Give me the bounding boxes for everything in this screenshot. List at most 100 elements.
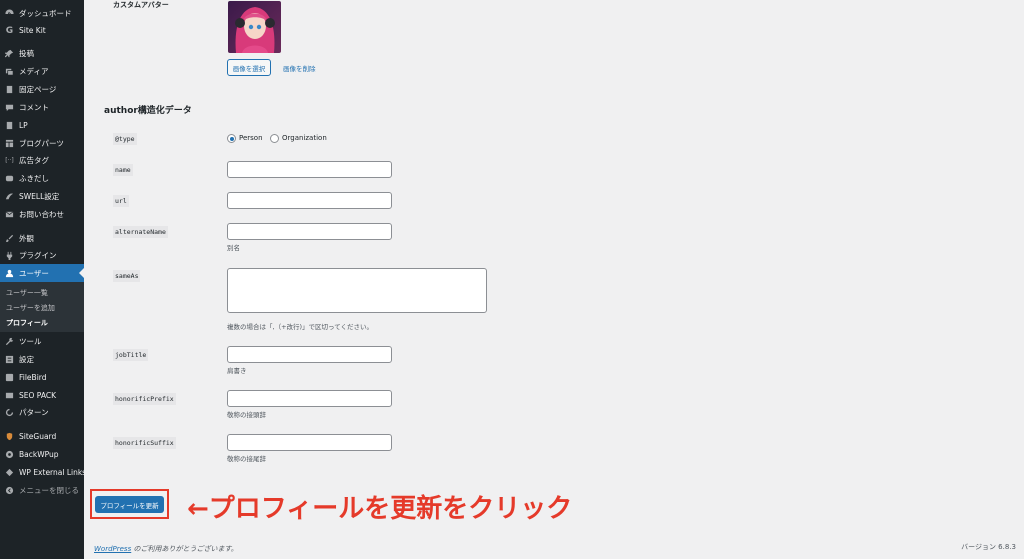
submenu-item-all-users[interactable]: ユーザー一覧 <box>6 288 48 298</box>
plugin-icon <box>5 251 14 260</box>
sidebar-item-balloon[interactable]: ふきだし <box>0 170 84 187</box>
sidebar-item-backwpup[interactable]: BackWPup <box>0 446 84 463</box>
sidebar-item-plugins[interactable]: プラグイン <box>0 247 84 264</box>
delete-image-button[interactable]: 画像を削除 <box>283 63 316 73</box>
sidebar-item-pages[interactable]: 固定ページ <box>0 81 84 98</box>
users-submenu: ユーザー一覧 ユーザーを追加 プロフィール <box>0 282 84 332</box>
folder-icon <box>5 373 14 382</box>
select-image-button[interactable]: 画像を選択 <box>227 59 271 76</box>
page-icon <box>5 121 14 130</box>
submenu-item-add-user[interactable]: ユーザーを追加 <box>6 303 55 313</box>
honorific-suffix-input[interactable] <box>227 434 392 451</box>
sidebar-item-tools[interactable]: ツール <box>0 333 84 350</box>
radio-organization[interactable] <box>270 134 279 143</box>
job-title-input[interactable] <box>227 346 392 363</box>
annotation-text: ←プロフィールを更新をクリック <box>187 494 573 524</box>
type-field-label: @type <box>113 133 137 145</box>
footer-thanks-text: のご利用ありがとうございます。 <box>131 545 238 553</box>
same-as-textarea[interactable] <box>227 268 487 313</box>
sidebar-item-wp-external-links[interactable]: WP External Links <box>0 464 87 481</box>
sidebar-item-patterns[interactable]: パターン <box>0 404 84 421</box>
dashboard-icon <box>5 9 14 18</box>
radio-organization-label: Organization <box>282 134 327 142</box>
sidebar-item-contact[interactable]: お問い合わせ <box>0 206 84 223</box>
section-heading: author構造化データ <box>104 106 192 116</box>
sidebar-item-swell-settings[interactable]: SWELL設定 <box>0 188 84 205</box>
sidebar-item-posts[interactable]: 投稿 <box>0 45 84 62</box>
sidebar-item-label: 投稿 <box>19 49 34 58</box>
url-input[interactable] <box>227 192 392 209</box>
sidebar-item-label: 固定ページ <box>19 85 57 94</box>
page-icon <box>5 85 14 94</box>
sidebar-item-settings[interactable]: 設定 <box>0 351 84 368</box>
sidebar-item-label: 設定 <box>19 355 34 364</box>
sidebar-item-label: Site Kit <box>19 26 46 35</box>
sidebar-item-label: コメント <box>19 103 49 112</box>
bubble-icon <box>5 174 14 183</box>
radio-person-label: Person <box>239 134 263 142</box>
brush-icon <box>5 234 14 243</box>
honorific-prefix-input[interactable] <box>227 390 392 407</box>
honorific-suffix-field-label: honorificSuffix <box>113 437 176 449</box>
version-text: バージョン 6.8.3 <box>961 543 1016 551</box>
alternate-name-description: 別名 <box>227 244 240 252</box>
sidebar-item-label: 広告タグ <box>19 156 49 165</box>
sidebar-item-comments[interactable]: コメント <box>0 99 84 116</box>
honorific-suffix-description: 敬称の接尾辞 <box>227 455 266 463</box>
sidebar-item-label: BackWPup <box>19 450 59 459</box>
sidebar-item-ad-tags[interactable]: [··] 広告タグ <box>0 152 84 169</box>
sidebar-item-label: WP External Links <box>19 468 87 477</box>
footer-thanks: WordPress のご利用ありがとうございます。 <box>94 544 238 554</box>
sidebar-item-label: SWELL設定 <box>19 192 60 201</box>
sidebar-item-label: SiteGuard <box>19 432 57 441</box>
sidebar-item-label: FileBird <box>19 373 47 382</box>
sidebar-item-label: メニューを閉じる <box>19 486 79 495</box>
wrench-icon <box>5 337 14 346</box>
collapse-icon <box>5 486 14 495</box>
mail-icon <box>5 210 14 219</box>
sidebar-item-lp[interactable]: LP <box>0 117 84 134</box>
swell-icon <box>5 192 14 201</box>
settings-icon <box>5 355 14 364</box>
submenu-item-profile[interactable]: プロフィール <box>6 318 48 328</box>
shield-icon <box>5 432 14 441</box>
layout-icon <box>5 139 14 148</box>
honorific-prefix-description: 敬称の接頭辞 <box>227 411 266 419</box>
job-title-description: 肩書き <box>227 367 247 375</box>
sidebar-item-filebird[interactable]: FileBird <box>0 369 84 386</box>
sidebar-item-label: ユーザー <box>19 268 49 278</box>
google-g-icon: G <box>5 25 14 36</box>
sidebar-item-label: お問い合わせ <box>19 210 64 219</box>
sidebar-item-users[interactable]: ユーザー <box>0 264 84 282</box>
sidebar-item-label: メディア <box>19 67 49 76</box>
sidebar-item-label: LP <box>19 121 28 130</box>
backup-icon <box>5 450 14 459</box>
sidebar-item-siteguard[interactable]: SiteGuard <box>0 428 84 445</box>
comment-icon <box>5 103 14 112</box>
sidebar-item-label: ふきだし <box>19 174 49 183</box>
sidebar-collapse-menu[interactable]: メニューを閉じる <box>0 482 84 499</box>
radio-person[interactable] <box>227 134 236 143</box>
sidebar-item-label: プラグイン <box>19 251 57 260</box>
sidebar-item-site-kit[interactable]: G Site Kit <box>0 22 84 39</box>
sidebar-item-seo-pack[interactable]: SEO PACK <box>0 387 84 404</box>
sidebar-item-appearance[interactable]: 外観 <box>0 230 84 247</box>
alternate-name-field-label: alternateName <box>113 226 168 238</box>
sidebar-item-label: 外観 <box>19 234 34 243</box>
url-field-label: url <box>113 195 129 207</box>
sidebar-item-dashboard[interactable]: ダッシュボード <box>0 5 84 22</box>
alternate-name-input[interactable] <box>227 223 392 240</box>
media-icon <box>5 67 14 76</box>
same-as-field-label: sameAs <box>113 270 141 282</box>
pattern-icon <box>5 408 14 417</box>
same-as-description: 複数の場合は「,（+改行)」で区切ってください。 <box>227 323 374 331</box>
seo-icon <box>5 391 14 400</box>
update-profile-button[interactable]: プロフィールを更新 <box>95 496 164 513</box>
sidebar-item-blog-parts[interactable]: ブログパーツ <box>0 135 84 152</box>
avatar <box>228 1 281 53</box>
wordpress-link[interactable]: WordPress <box>94 545 131 553</box>
avatar-image <box>228 1 281 53</box>
pin-icon <box>5 49 14 58</box>
sidebar-item-media[interactable]: メディア <box>0 63 84 80</box>
name-input[interactable] <box>227 161 392 178</box>
